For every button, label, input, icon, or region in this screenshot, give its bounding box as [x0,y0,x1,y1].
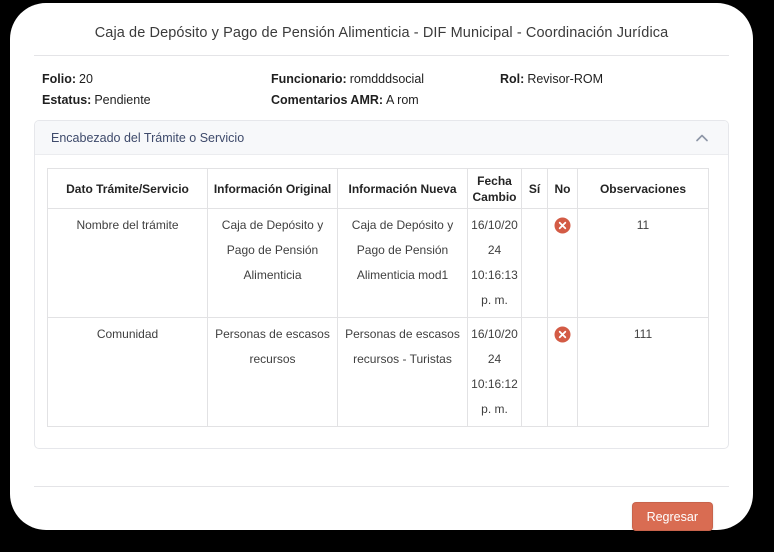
cell-nueva: Personas de escasos recursos - Turistas [338,318,468,427]
info-rol-label: Rol: [500,72,524,86]
col-fecha: Fecha Cambio [468,169,522,209]
cell-no [548,209,578,318]
table-row: Comunidad Personas de escasos recursos P… [48,318,709,427]
info-folio-label: Folio: [42,72,76,86]
col-nueva: Información Nueva [338,169,468,209]
footer-divider [34,486,729,487]
record-info: Folio:20 Funcionario:romdddsocial Rol:Re… [42,72,729,107]
col-si: Sí [522,169,548,209]
info-rol-value: Revisor-ROM [527,72,603,86]
info-estatus-label: Estatus: [42,93,91,107]
header-divider [34,55,729,56]
cell-original: Caja de Depósito y Pago de Pensión Alime… [208,209,338,318]
col-observaciones: Observaciones [578,169,709,209]
cancel-circle-icon[interactable] [551,326,574,343]
info-folio: Folio:20 [42,72,271,86]
back-button[interactable]: Regresar [632,502,713,531]
cell-fecha: 16/10/2024 10:16:12 p. m. [468,318,522,427]
info-funcionario-label: Funcionario: [271,72,347,86]
info-comentarios-label: Comentarios AMR: [271,93,383,107]
cell-observaciones: 111 [578,318,709,427]
info-folio-value: 20 [79,72,93,86]
info-estatus: Estatus:Pendiente [42,93,271,107]
cell-si [522,209,548,318]
cell-no [548,318,578,427]
info-estatus-value: Pendiente [94,93,150,107]
cell-dato: Comunidad [48,318,208,427]
chevron-up-icon[interactable] [690,132,714,144]
table-header-row: Dato Trámite/Servicio Información Origin… [48,169,709,209]
cancel-circle-icon[interactable] [551,217,574,234]
footer-actions: Regresar [34,502,729,531]
page-title: Caja de Depósito y Pago de Pensión Alime… [34,15,729,41]
col-no: No [548,169,578,209]
info-rol: Rol:Revisor-ROM [500,72,729,86]
table-row: Nombre del trámite Caja de Depósito y Pa… [48,209,709,318]
info-comentarios-value: A rom [386,93,419,107]
info-comentarios: Comentarios AMR:A rom [271,93,500,107]
cell-original: Personas de escasos recursos [208,318,338,427]
changes-table: Dato Trámite/Servicio Información Origin… [47,168,709,427]
accordion-body: Dato Trámite/Servicio Información Origin… [35,155,728,448]
info-funcionario: Funcionario:romdddsocial [271,72,500,86]
accordion-panel: Encabezado del Trámite o Servicio Dato T… [34,120,729,449]
cell-observaciones: 11 [578,209,709,318]
dialog-card: Caja de Depósito y Pago de Pensión Alime… [10,3,753,530]
info-funcionario-value: romdddsocial [350,72,424,86]
accordion-header[interactable]: Encabezado del Trámite o Servicio [35,121,728,155]
accordion-title: Encabezado del Trámite o Servicio [51,131,244,145]
cell-si [522,318,548,427]
cell-nueva: Caja de Depósito y Pago de Pensión Alime… [338,209,468,318]
col-dato: Dato Trámite/Servicio [48,169,208,209]
cell-dato: Nombre del trámite [48,209,208,318]
cell-fecha: 16/10/2024 10:16:13 p. m. [468,209,522,318]
col-original: Información Original [208,169,338,209]
